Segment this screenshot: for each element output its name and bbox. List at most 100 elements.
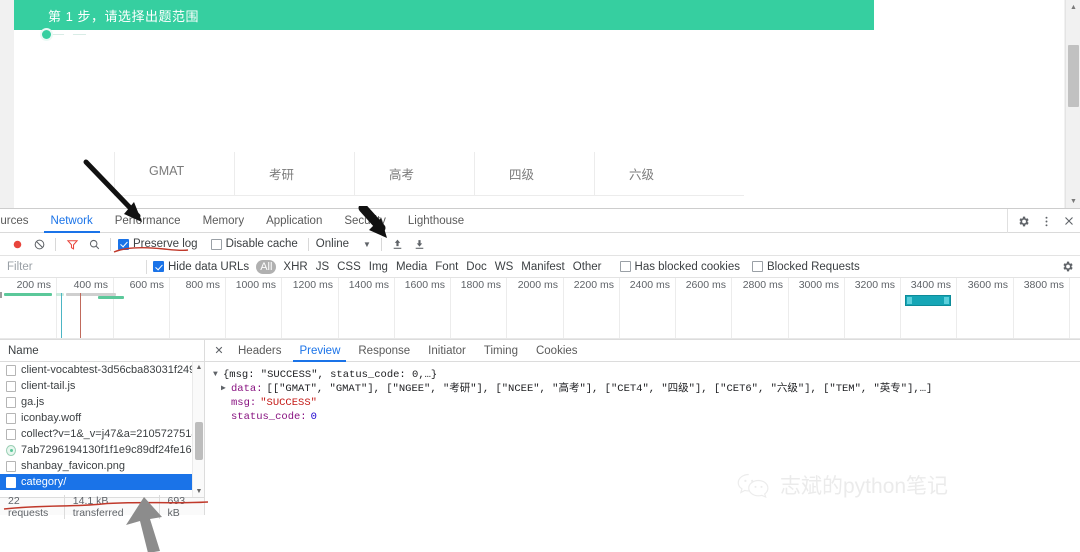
detail-tab-timing[interactable]: Timing — [475, 340, 527, 362]
category-tab-label: 高考 — [389, 168, 415, 182]
request-row-selected[interactable]: category/ — [0, 474, 204, 490]
expand-triangle-icon[interactable]: ▼ — [213, 368, 223, 382]
category-tab-gmat[interactable]: GMAT — [114, 152, 234, 196]
checkbox-box[interactable] — [118, 238, 129, 250]
tab-label: Memory — [202, 214, 245, 227]
search-icon[interactable] — [83, 234, 105, 254]
import-har-icon[interactable] — [387, 234, 409, 254]
request-row[interactable]: shanbay_favicon.png — [0, 458, 204, 474]
hide-data-urls-checkbox[interactable]: Hide data URLs — [153, 261, 249, 273]
close-icon[interactable] — [1062, 214, 1076, 228]
detail-tab-cookies[interactable]: Cookies — [527, 340, 587, 362]
filter-input[interactable]: Filter — [0, 261, 140, 273]
record-button-icon[interactable] — [6, 234, 28, 254]
request-row[interactable]: 7ab7296194130f1f1e9c89df24fe1680.p — [0, 442, 204, 458]
category-tab-gaokao[interactable]: 高考 — [354, 152, 474, 196]
script-file-icon — [6, 396, 16, 408]
export-har-icon[interactable] — [409, 234, 431, 254]
scrollbar-thumb[interactable] — [1068, 45, 1079, 107]
request-detail-tabbar: ✕ Headers Preview Response Initiator Tim… — [205, 340, 1080, 362]
category-tab-kaoyan[interactable]: 考研 — [234, 152, 354, 196]
checkbox-box[interactable] — [752, 261, 763, 272]
devtools-tab-security[interactable]: Security — [333, 209, 397, 233]
has-blocked-cookies-label: Has blocked cookies — [634, 260, 740, 273]
type-filter-js[interactable]: JS — [316, 261, 329, 273]
detail-tab-response[interactable]: Response — [349, 340, 419, 362]
devtools-tab-performance[interactable]: Performance — [104, 209, 192, 233]
close-detail-icon[interactable]: ✕ — [211, 340, 227, 362]
tab-label: Initiator — [428, 344, 466, 357]
timeline-tick-label: 1400 ms — [348, 279, 389, 291]
tab-label: Cookies — [535, 344, 578, 357]
checkbox-box[interactable] — [619, 261, 631, 272]
disable-cache-checkbox[interactable]: Disable cache — [210, 238, 298, 250]
request-row[interactable]: iconbay.woff — [0, 410, 204, 426]
status-resources: 693 kB — [158, 494, 204, 519]
image-file-icon — [6, 460, 16, 472]
request-row[interactable]: collect?v=1&_v=j47&a=210572751&t.. — [0, 426, 204, 442]
json-preview-tree: ▼ {msg: "SUCCESS", status_code: 0,…} ▶ d… — [205, 362, 1080, 424]
tab-label: Security — [344, 214, 386, 227]
devtools-tab-network[interactable]: Network — [40, 209, 104, 233]
type-filter-font[interactable]: Font — [435, 261, 458, 273]
json-root-line[interactable]: ▼ {msg: "SUCCESS", status_code: 0,…} — [213, 368, 1080, 382]
network-settings-gear-icon[interactable] — [1060, 260, 1074, 274]
detail-tab-preview[interactable]: Preview — [290, 340, 349, 362]
step-dot-2[interactable] — [64, 30, 73, 39]
has-blocked-cookies-checkbox[interactable]: Has blocked cookies — [619, 260, 740, 273]
category-tab-cet4[interactable]: 四级 — [474, 152, 594, 196]
blocked-requests-checkbox[interactable]: Blocked Requests — [752, 261, 860, 273]
checkbox-box[interactable] — [210, 238, 222, 250]
tab-label: Lighthouse — [407, 214, 465, 227]
preserve-log-checkbox[interactable]: Preserve log — [118, 238, 198, 250]
checkbox-box[interactable] — [153, 261, 164, 272]
detail-tab-initiator[interactable]: Initiator — [419, 340, 475, 362]
category-tab-cet6[interactable]: 六级 — [594, 152, 724, 196]
scroll-down-arrow-icon[interactable]: ▼ — [1066, 194, 1080, 208]
type-filter-ws[interactable]: WS — [495, 261, 514, 273]
request-list[interactable]: client-vocabtest-3d56cba83031f249.js cli… — [0, 362, 204, 497]
type-filter-all[interactable]: All — [256, 259, 277, 274]
timeline-tick — [900, 278, 901, 339]
type-filter-css[interactable]: CSS — [337, 261, 361, 273]
request-list-scrollbar[interactable]: ▲ ▼ — [192, 362, 204, 497]
throttling-select[interactable]: Online ▼ — [316, 238, 371, 250]
type-filter-manifest[interactable]: Manifest — [521, 261, 564, 273]
timeline-tick — [225, 278, 226, 339]
more-vertical-icon[interactable] — [1039, 214, 1053, 228]
type-filter-xhr[interactable]: XHR — [283, 261, 307, 273]
overview-request-bar — [56, 293, 64, 296]
devtools-tab-lighthouse[interactable]: Lighthouse — [397, 209, 475, 233]
json-data-line[interactable]: ▶ data: [["GMAT", "GMAT"], ["NGEE", "考研"… — [213, 382, 1080, 396]
browser-viewport: 第 1 步，请选择出题范围 GMAT 考研 高考 四级 六级 ▲ ▼ — [0, 0, 1080, 208]
overview-request-bar — [4, 293, 52, 296]
devtools-tab-application[interactable]: Application — [255, 209, 333, 233]
type-filter-img[interactable]: Img — [369, 261, 388, 273]
screenshot-root: 第 1 步，请选择出题范围 GMAT 考研 高考 四级 六级 ▲ ▼ ource… — [0, 0, 1080, 552]
gear-icon[interactable] — [1016, 214, 1030, 228]
request-detail-panel: ✕ Headers Preview Response Initiator Tim… — [205, 340, 1080, 515]
collapse-triangle-icon[interactable]: ▶ — [221, 382, 231, 396]
detail-tab-headers[interactable]: Headers — [229, 340, 290, 362]
scrollbar-thumb[interactable] — [195, 422, 203, 460]
type-filter-media[interactable]: Media — [396, 261, 427, 273]
step-title: 第 1 步，请选择出题范围 — [48, 9, 199, 24]
devtools-tab-memory[interactable]: Memory — [192, 209, 256, 233]
scroll-up-arrow-icon[interactable]: ▲ — [1066, 0, 1080, 14]
overview-selection-window[interactable] — [905, 295, 951, 306]
devtools-tab-sources[interactable]: ources — [0, 209, 40, 233]
scroll-down-arrow-icon[interactable]: ▼ — [193, 486, 204, 497]
request-row[interactable]: ga.js — [0, 394, 204, 410]
browser-vertical-scrollbar[interactable]: ▲ ▼ — [1065, 0, 1080, 208]
clear-button-icon[interactable] — [28, 234, 50, 254]
type-filter-doc[interactable]: Doc — [466, 261, 486, 273]
step-dot-3[interactable] — [86, 30, 95, 39]
timeline-tick — [956, 278, 957, 339]
scroll-up-arrow-icon[interactable]: ▲ — [193, 362, 204, 373]
type-filter-other[interactable]: Other — [573, 261, 602, 273]
network-overview-timeline[interactable]: 200 ms 400 ms 600 ms 800 ms 1000 ms 1200 ms 14… — [0, 278, 1080, 340]
filter-funnel-icon[interactable] — [61, 234, 83, 254]
step-dot-1[interactable] — [42, 30, 51, 39]
request-row[interactable]: client-tail.js — [0, 378, 204, 394]
request-row[interactable]: client-vocabtest-3d56cba83031f249.js — [0, 362, 204, 378]
